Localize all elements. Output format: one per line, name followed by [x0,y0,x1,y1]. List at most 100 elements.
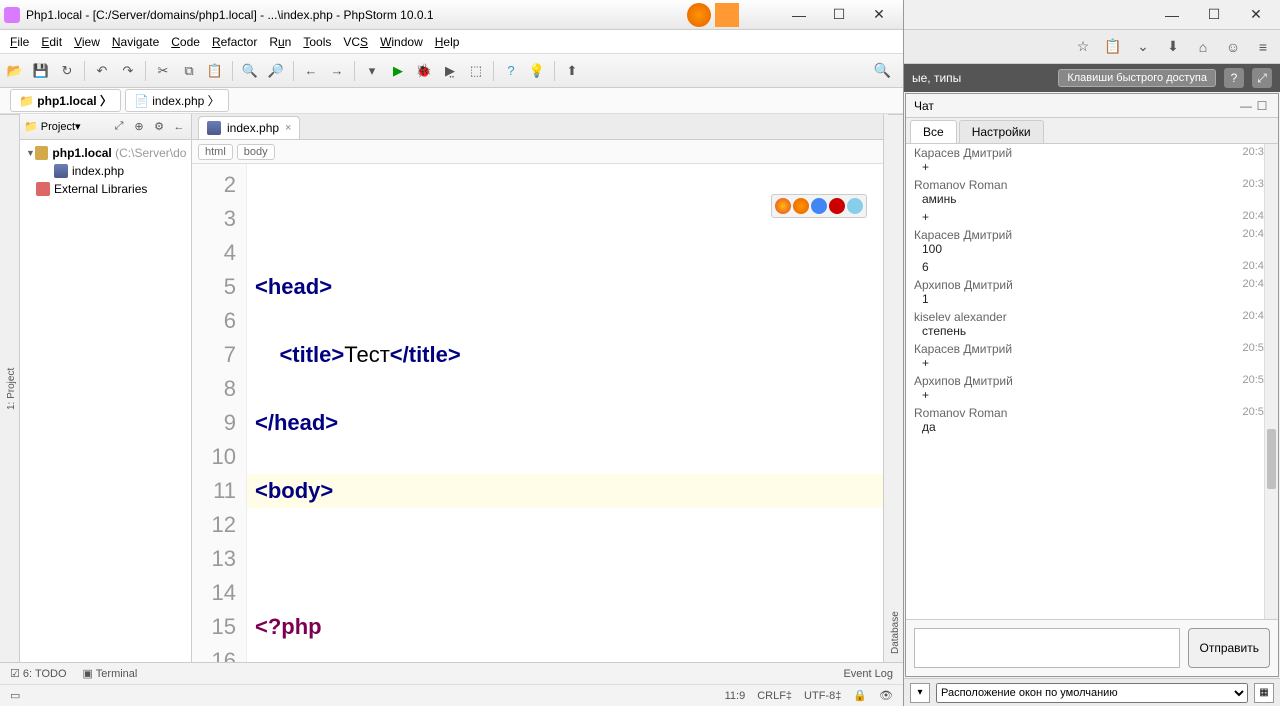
chat-message: 20:40+ [906,208,1278,226]
chat-message-list[interactable]: Карасев Дмитрий20:35+Romanov Roman20:36а… [906,144,1278,619]
paste-icon[interactable]: 📋 [204,60,226,82]
chrome-icon[interactable] [775,198,791,214]
terminal-tab[interactable]: ▣ Terminal [83,667,138,680]
sync-icon[interactable]: ↻ [56,60,78,82]
hamburger-icon[interactable]: ≡ [1252,36,1274,58]
minimize-button[interactable]: — [779,3,819,27]
status-bar: ▭ 11:9 CRLF‡ UTF-8‡ 🔒 👁 [0,684,903,706]
copy-icon[interactable]: ⧉ [178,60,200,82]
chat-tab-settings[interactable]: Настройки [959,120,1044,143]
collapse-icon[interactable]: ⤢ [111,119,127,135]
save-icon[interactable]: 💾 [30,60,52,82]
menu-view[interactable]: View [70,33,104,51]
chat-scrollbar[interactable] [1264,144,1278,619]
home-icon[interactable]: ⌂ [1192,36,1214,58]
menu-navigate[interactable]: Navigate [108,33,163,51]
tool-database[interactable]: Database [888,114,903,662]
inspector-icon[interactable]: 👁 [879,689,893,702]
find-icon[interactable]: 🔍 [239,60,261,82]
todo-tab[interactable]: ☑ 6: TODO [10,667,67,680]
caret-pos: 11:9 [725,690,746,702]
status-icon[interactable]: ▭ [10,689,20,702]
ie-icon[interactable] [811,198,827,214]
menu-vcs[interactable]: VCS [339,33,372,51]
maximize-button[interactable]: ☐ [819,3,859,27]
stop-icon[interactable]: ⬚ [465,60,487,82]
browser-preview-icons[interactable] [771,194,867,218]
safari-icon[interactable] [847,198,863,214]
pocket-icon[interactable]: ⌄ [1132,36,1154,58]
menu-bar: File Edit View Navigate Code Refactor Ru… [0,30,903,54]
tip-icon[interactable]: 💡 [526,60,548,82]
bottom-tool-bar: ☑ 6: TODO ▣ Terminal Event Log [0,662,903,684]
chat-message: Romanov Roman20:36аминь [906,176,1278,208]
firefox-icon[interactable] [687,3,711,27]
menu-run[interactable]: Run [265,33,295,51]
mic-icon[interactable] [715,3,739,27]
expand-button[interactable]: ⤢ [1252,68,1272,88]
scroll-icon[interactable]: ⊕ [131,119,147,135]
undo-icon[interactable]: ↶ [91,60,113,82]
tree-file-index[interactable]: index.php [20,162,191,180]
tool-project[interactable]: 1: Project [4,114,19,662]
encoding[interactable]: UTF-8‡ [804,690,841,702]
hide-icon[interactable]: ← [171,119,187,135]
menu-help[interactable]: Help [431,33,464,51]
deploy-icon[interactable]: ⬆ [561,60,583,82]
chat-tab-all[interactable]: Все [910,120,957,143]
dropdown-1[interactable]: ▾ [910,683,930,703]
help-button[interactable]: ? [1224,68,1244,88]
replace-icon[interactable]: 🔎 [265,60,287,82]
forward-icon[interactable]: → [326,60,348,82]
phpstorm-titlebar: Php1.local - [C:/Server/domains/php1.loc… [0,0,903,30]
firefox-pv-icon[interactable] [793,198,809,214]
menu-refactor[interactable]: Refactor [208,33,261,51]
menu-code[interactable]: Code [167,33,204,51]
tab-close-icon[interactable]: × [285,122,291,134]
right-close[interactable]: ✕ [1236,3,1276,27]
right-minimize[interactable]: — [1152,3,1192,27]
help-icon[interactable]: ? [500,60,522,82]
tree-root[interactable]: ▼ php1.local (C:\Server\dom [20,144,191,162]
shortcuts-button[interactable]: Клавиши быстрого доступа [1058,69,1216,87]
opera-icon[interactable] [829,198,845,214]
crumb-html[interactable]: html [198,144,233,160]
menu-edit[interactable]: Edit [37,33,66,51]
star-icon[interactable]: ☆ [1072,36,1094,58]
right-maximize[interactable]: ☐ [1194,3,1234,27]
open-icon[interactable]: 📂 [4,60,26,82]
coverage-icon[interactable]: ▶̤ [439,60,461,82]
breadcrumb-project[interactable]: 📁 php1.local 〉 [10,89,121,112]
editor-tab-index[interactable]: index.php × [198,116,300,139]
chat-restore[interactable]: ☐ [1254,99,1270,113]
lock-icon[interactable]: 🔒 [853,689,867,702]
close-button[interactable]: ✕ [859,3,899,27]
clipboard-icon[interactable]: 📋 [1102,36,1124,58]
redo-icon[interactable]: ↷ [117,60,139,82]
eventlog-tab[interactable]: Event Log [843,668,893,680]
run-config-dropdown[interactable]: ▾ [361,60,383,82]
line-sep[interactable]: CRLF‡ [757,690,792,702]
crumb-body[interactable]: body [237,144,275,160]
tree-external-libs[interactable]: External Libraries [20,180,191,198]
chat-minimize[interactable]: — [1238,99,1254,113]
debug-icon[interactable]: 🐞 [413,60,435,82]
layout-select[interactable]: Расположение окон по умолчанию [936,683,1248,703]
cut-icon[interactable]: ✂ [152,60,174,82]
run-icon[interactable]: ▶ [387,60,409,82]
window-title: Php1.local - [C:/Server/domains/php1.loc… [26,8,434,22]
grid-icon[interactable]: ▦ [1254,683,1274,703]
code-editor[interactable]: 2345678910111213141516 <head> <title>Тес… [192,164,883,662]
smile-icon[interactable]: ☺ [1222,36,1244,58]
menu-tools[interactable]: Tools [299,33,335,51]
back-icon[interactable]: ← [300,60,322,82]
gear-icon[interactable]: ⚙ [151,119,167,135]
chat-send-button[interactable]: Отправить [1188,628,1270,668]
chat-textarea[interactable] [914,628,1180,668]
download-icon[interactable]: ⬇ [1162,36,1184,58]
tool-structure[interactable]: 7: Structure [0,114,4,662]
menu-file[interactable]: File [6,33,33,51]
menu-window[interactable]: Window [376,33,427,51]
breadcrumb-file[interactable]: 📄 index.php 〉 [125,89,229,112]
search-icon[interactable]: 🔍 [874,62,899,79]
